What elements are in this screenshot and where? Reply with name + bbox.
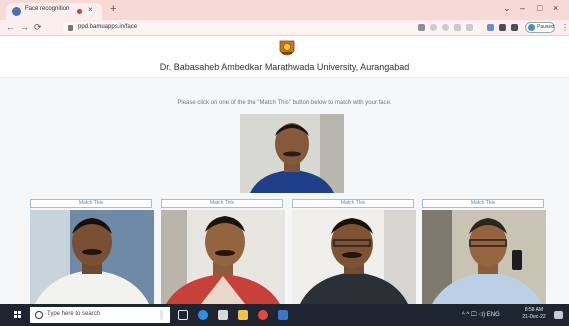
word-app-icon[interactable] [278, 310, 288, 320]
reload-button[interactable]: ⟳ [34, 22, 42, 33]
search-placeholder: Type here to search [47, 311, 101, 317]
notification-icon[interactable] [554, 311, 563, 319]
match-this-button-2[interactable]: Match This [161, 199, 283, 208]
sidebar-icon[interactable] [511, 24, 518, 31]
university-emblem-icon [279, 40, 295, 56]
favicon-icon [12, 7, 21, 16]
profile-status: Paused [537, 24, 554, 30]
page-title: Dr. Babasaheb Ambedkar Marathwada Univer… [159, 62, 410, 72]
media-icon[interactable] [430, 24, 437, 31]
clock-date: 21-Dec-22 [522, 314, 546, 320]
share-icon[interactable] [454, 24, 461, 31]
camera-permission-icon[interactable] [418, 24, 425, 31]
taskbar-search-input[interactable]: Type here to search [30, 307, 170, 323]
maximize-button[interactable]: □ [537, 3, 542, 13]
task-view-icon[interactable] [178, 310, 188, 320]
captured-face-photo [240, 114, 344, 193]
system-tray[interactable]: ᴬ ^ 🖵 ◁) ENG [462, 312, 500, 319]
chrome-browser-icon[interactable] [258, 310, 268, 320]
page-header: Dr. Babasaheb Ambedkar Marathwada Univer… [0, 36, 569, 78]
windows-taskbar: Type here to search ᴬ ^ 🖵 ◁) ENG 8:58 AM… [0, 304, 569, 326]
candidate-photo-4 [422, 210, 546, 304]
minimize-button[interactable]: – [520, 3, 525, 13]
file-explorer-icon[interactable] [238, 310, 248, 320]
browser-toolbar: ← → ⟳ ppd.bamuapps.in/face Paused ⋮ [0, 20, 569, 36]
browser-menu-icon[interactable]: ⋮ [561, 23, 569, 32]
edge-browser-icon[interactable] [198, 310, 208, 320]
mail-icon[interactable] [218, 310, 228, 320]
close-window-button[interactable]: × [553, 3, 558, 13]
back-button[interactable]: ← [6, 22, 15, 32]
match-this-button-1[interactable]: Match This [30, 199, 152, 208]
clock-time: 8:58 AM [524, 307, 544, 313]
tab-close-icon[interactable]: × [88, 5, 93, 14]
tab-search-chevron-icon[interactable]: ⌄ [503, 3, 511, 14]
taskbar-clock[interactable]: 8:58 AM 21-Dec-22 [517, 307, 551, 321]
candidate-photo-2 [161, 210, 285, 304]
forward-button[interactable]: → [20, 22, 29, 32]
browser-tab[interactable]: Face recognition × [6, 3, 102, 20]
match-this-button-3[interactable]: Match This [292, 199, 414, 208]
match-this-button-4[interactable]: Match This [422, 199, 544, 208]
url-text: ppd.bamuapps.in/face [78, 24, 138, 30]
search-icon [35, 311, 43, 319]
page-body: Please click on one of the the "Match Th… [0, 78, 569, 304]
recording-indicator-icon [77, 9, 82, 14]
lock-icon [68, 25, 73, 31]
instruction-text: Please click on one of the the "Match Th… [177, 100, 392, 106]
windows-start-icon[interactable] [14, 311, 22, 319]
new-tab-button[interactable]: + [110, 3, 116, 15]
candidate-photo-3 [292, 210, 416, 304]
profile-button[interactable]: Paused [525, 22, 555, 33]
tab-title: Face recognition [25, 6, 70, 12]
zoom-icon[interactable] [442, 24, 449, 31]
browser-tabstrip: Face recognition × + ⌄ – □ × [0, 0, 569, 20]
puzzle-icon[interactable] [499, 24, 506, 31]
candidate-photo-1 [30, 210, 154, 304]
avatar [528, 24, 535, 31]
microphone-icon[interactable] [160, 310, 163, 320]
extension-icon[interactable] [487, 24, 494, 31]
bookmark-star-icon[interactable] [466, 24, 473, 31]
